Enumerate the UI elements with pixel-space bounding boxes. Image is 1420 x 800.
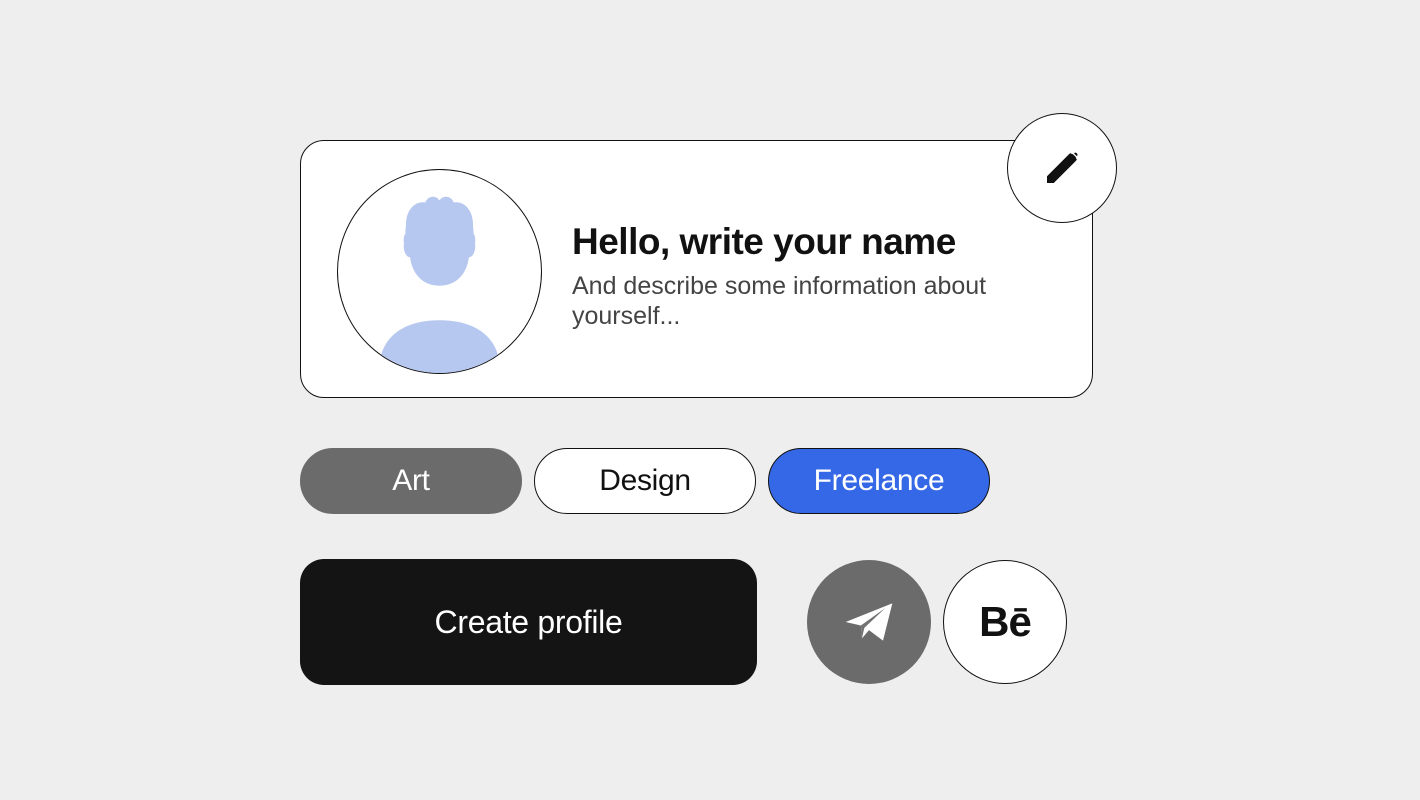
avatar-placeholder[interactable] bbox=[337, 169, 542, 374]
telegram-button[interactable] bbox=[807, 560, 931, 684]
profile-name-prompt[interactable]: Hello, write your name bbox=[572, 221, 1056, 263]
tag-design[interactable]: Design bbox=[534, 448, 756, 514]
cta-label: Create profile bbox=[435, 604, 623, 641]
edit-button[interactable] bbox=[1007, 113, 1117, 223]
behance-label: Bē bbox=[979, 598, 1031, 646]
profile-card: Hello, write your name And describe some… bbox=[300, 140, 1093, 398]
tag-art[interactable]: Art bbox=[300, 448, 522, 514]
tag-label: Freelance bbox=[814, 464, 945, 498]
behance-button[interactable]: Bē bbox=[943, 560, 1067, 684]
telegram-icon bbox=[841, 594, 897, 650]
tag-label: Art bbox=[392, 464, 429, 498]
create-profile-button[interactable]: Create profile bbox=[300, 559, 757, 685]
pencil-icon bbox=[1042, 148, 1082, 188]
tag-row: Art Design Freelance bbox=[300, 448, 1120, 514]
tag-label: Design bbox=[599, 464, 691, 498]
tag-freelance[interactable]: Freelance bbox=[768, 448, 990, 514]
social-links: Bē bbox=[807, 560, 1067, 684]
profile-description-prompt[interactable]: And describe some information about your… bbox=[572, 271, 1042, 331]
profile-text: Hello, write your name And describe some… bbox=[572, 169, 1056, 331]
avatar-icon bbox=[338, 170, 541, 373]
action-row: Create profile Bē bbox=[300, 559, 1120, 685]
profile-setup: Hello, write your name And describe some… bbox=[300, 140, 1120, 685]
